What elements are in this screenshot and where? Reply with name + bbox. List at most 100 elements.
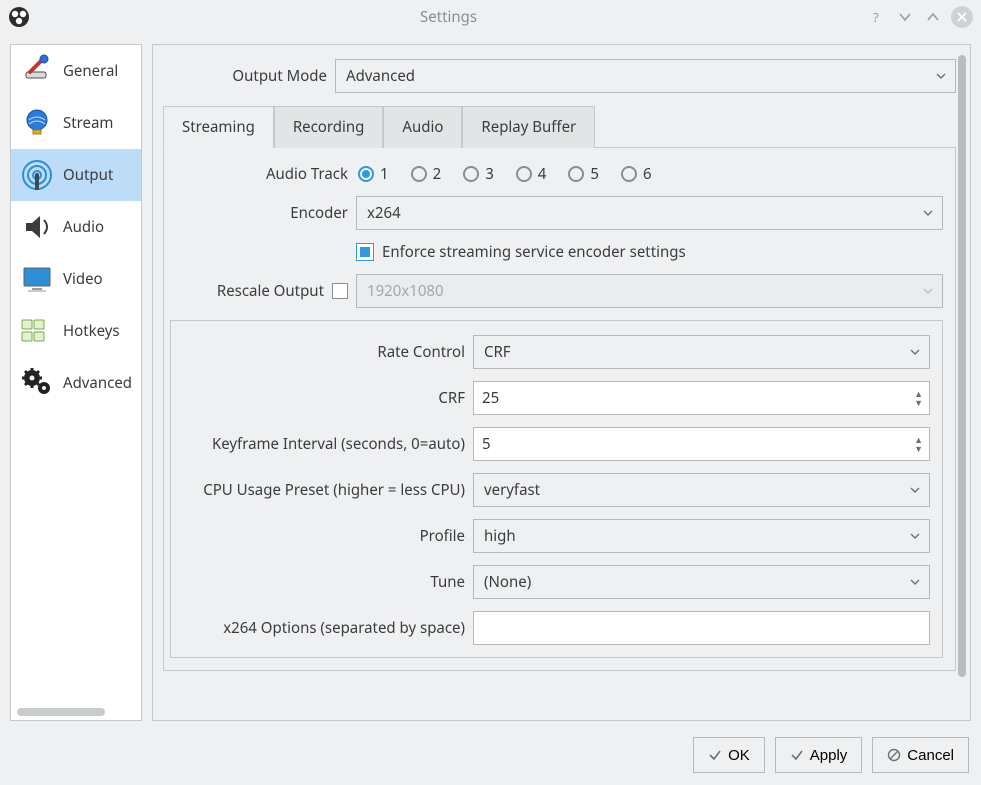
ok-button[interactable]: OK — [693, 737, 765, 773]
audio-track-radio-2[interactable]: 2 — [411, 164, 442, 184]
sidebar-item-stream[interactable]: Stream — [11, 97, 141, 149]
output-tabs: Streaming Recording Audio Replay Buffer — [163, 105, 956, 148]
spinner-arrows-icon: ▲▼ — [914, 436, 923, 453]
sidebar-item-label: Hotkeys — [63, 321, 120, 341]
output-mode-row: Output Mode Advanced — [163, 59, 956, 93]
check-icon — [708, 748, 722, 762]
sidebar-item-general[interactable]: General — [11, 45, 141, 97]
chevron-down-icon — [909, 346, 921, 358]
encoder-value: x264 — [367, 203, 401, 223]
content-area: General Stream Output Audio — [0, 34, 981, 727]
svg-text:?: ? — [873, 10, 879, 24]
general-icon — [19, 53, 55, 89]
cpu-preset-label: CPU Usage Preset (higher = less CPU) — [177, 480, 473, 500]
output-mode-label: Output Mode — [163, 66, 335, 86]
chevron-down-icon — [909, 530, 921, 542]
keyframe-spinner[interactable]: 5 ▲▼ — [473, 427, 930, 461]
main-scrollbar[interactable] — [958, 55, 966, 710]
rate-control-select[interactable]: CRF — [473, 335, 930, 369]
sidebar-item-label: General — [63, 61, 118, 81]
encoder-settings-group: Rate Control CRF CRF 25 ▲▼ — [170, 320, 943, 658]
enforce-row: Enforce streaming service encoder settin… — [170, 242, 943, 262]
crf-label: CRF — [177, 388, 473, 408]
tune-label: Tune — [177, 572, 473, 592]
output-mode-value: Advanced — [346, 66, 415, 86]
minimize-button[interactable] — [895, 7, 915, 27]
profile-label: Profile — [177, 526, 473, 546]
output-icon — [19, 157, 55, 193]
profile-select[interactable]: high — [473, 519, 930, 553]
titlebar: Settings ? — [0, 0, 981, 34]
crf-row: CRF 25 ▲▼ — [177, 381, 930, 415]
audio-track-radio-5[interactable]: 5 — [568, 164, 599, 184]
app-icon — [8, 6, 30, 28]
keyframe-label: Keyframe Interval (seconds, 0=auto) — [177, 434, 473, 454]
close-button[interactable] — [951, 6, 973, 28]
sidebar: General Stream Output Audio — [10, 44, 142, 721]
rescale-row: Rescale Output 1920x1080 — [170, 274, 943, 308]
cpu-preset-select[interactable]: veryfast — [473, 473, 930, 507]
sidebar-item-label: Advanced — [63, 373, 132, 393]
enforce-checkbox[interactable]: Enforce streaming service encoder settin… — [356, 242, 686, 262]
encoder-label: Encoder — [170, 203, 356, 223]
audio-track-radio-4[interactable]: 4 — [516, 164, 547, 184]
audio-track-radio-3[interactable]: 3 — [463, 164, 494, 184]
cpu-preset-row: CPU Usage Preset (higher = less CPU) ver… — [177, 473, 930, 507]
rate-control-label: Rate Control — [177, 342, 473, 362]
tune-select[interactable]: (None) — [473, 565, 930, 599]
enforce-label: Enforce streaming service encoder settin… — [382, 242, 686, 262]
sidebar-item-advanced[interactable]: Advanced — [11, 357, 141, 409]
sidebar-item-output[interactable]: Output — [11, 149, 141, 201]
tab-recording[interactable]: Recording — [274, 106, 384, 148]
audio-track-group: 1 2 3 4 5 6 — [358, 164, 652, 184]
apply-button[interactable]: Apply — [775, 737, 863, 773]
profile-row: Profile high — [177, 519, 930, 553]
audio-icon — [19, 209, 55, 245]
sidebar-scrollbar[interactable] — [17, 708, 105, 716]
sidebar-item-hotkeys[interactable]: Hotkeys — [11, 305, 141, 357]
encoder-select[interactable]: x264 — [356, 196, 943, 230]
streaming-tab-panel: Audio Track 1 2 3 4 5 6 Encoder — [163, 148, 956, 671]
chevron-down-icon — [935, 70, 947, 82]
audio-track-radio-1[interactable]: 1 — [358, 164, 389, 184]
encoder-row: Encoder x264 — [170, 196, 943, 230]
scrollbar-thumb[interactable] — [958, 55, 966, 677]
crf-spinner[interactable]: 25 ▲▼ — [473, 381, 930, 415]
stream-icon — [19, 105, 55, 141]
chevron-down-icon — [922, 285, 934, 297]
tune-row: Tune (None) — [177, 565, 930, 599]
video-icon — [19, 261, 55, 297]
x264-opts-label: x264 Options (separated by space) — [177, 618, 473, 638]
help-button[interactable]: ? — [867, 7, 887, 27]
rescale-checkbox[interactable] — [332, 283, 348, 299]
rate-control-row: Rate Control CRF — [177, 335, 930, 369]
audio-track-radio-6[interactable]: 6 — [621, 164, 652, 184]
x264-opts-input[interactable] — [473, 611, 930, 645]
sidebar-item-label: Output — [63, 165, 113, 185]
window-title: Settings — [38, 7, 859, 27]
sidebar-item-audio[interactable]: Audio — [11, 201, 141, 253]
settings-window: Settings ? General — [0, 0, 981, 785]
maximize-button[interactable] — [923, 7, 943, 27]
cancel-button[interactable]: Cancel — [872, 737, 969, 773]
spinner-arrows-icon: ▲▼ — [914, 390, 923, 407]
chevron-down-icon — [922, 207, 934, 219]
rescale-select[interactable]: 1920x1080 — [356, 274, 943, 308]
tab-streaming[interactable]: Streaming — [163, 106, 274, 148]
chevron-down-icon — [909, 576, 921, 588]
tab-audio[interactable]: Audio — [383, 106, 462, 148]
main-panel: Output Mode Advanced Streaming Recording… — [152, 44, 971, 721]
sidebar-item-label: Audio — [63, 217, 104, 237]
x264-opts-row: x264 Options (separated by space) — [177, 611, 930, 645]
output-mode-select[interactable]: Advanced — [335, 59, 956, 93]
rescale-placeholder: 1920x1080 — [367, 281, 444, 301]
rescale-label: Rescale Output — [170, 281, 332, 301]
sidebar-item-label: Stream — [63, 113, 113, 133]
sidebar-item-label: Video — [63, 269, 103, 289]
button-bar: OK Apply Cancel — [0, 727, 981, 785]
keyframe-row: Keyframe Interval (seconds, 0=auto) 5 ▲▼ — [177, 427, 930, 461]
check-icon — [790, 748, 804, 762]
sidebar-item-video[interactable]: Video — [11, 253, 141, 305]
tab-replay-buffer[interactable]: Replay Buffer — [462, 106, 595, 148]
hotkeys-icon — [19, 313, 55, 349]
